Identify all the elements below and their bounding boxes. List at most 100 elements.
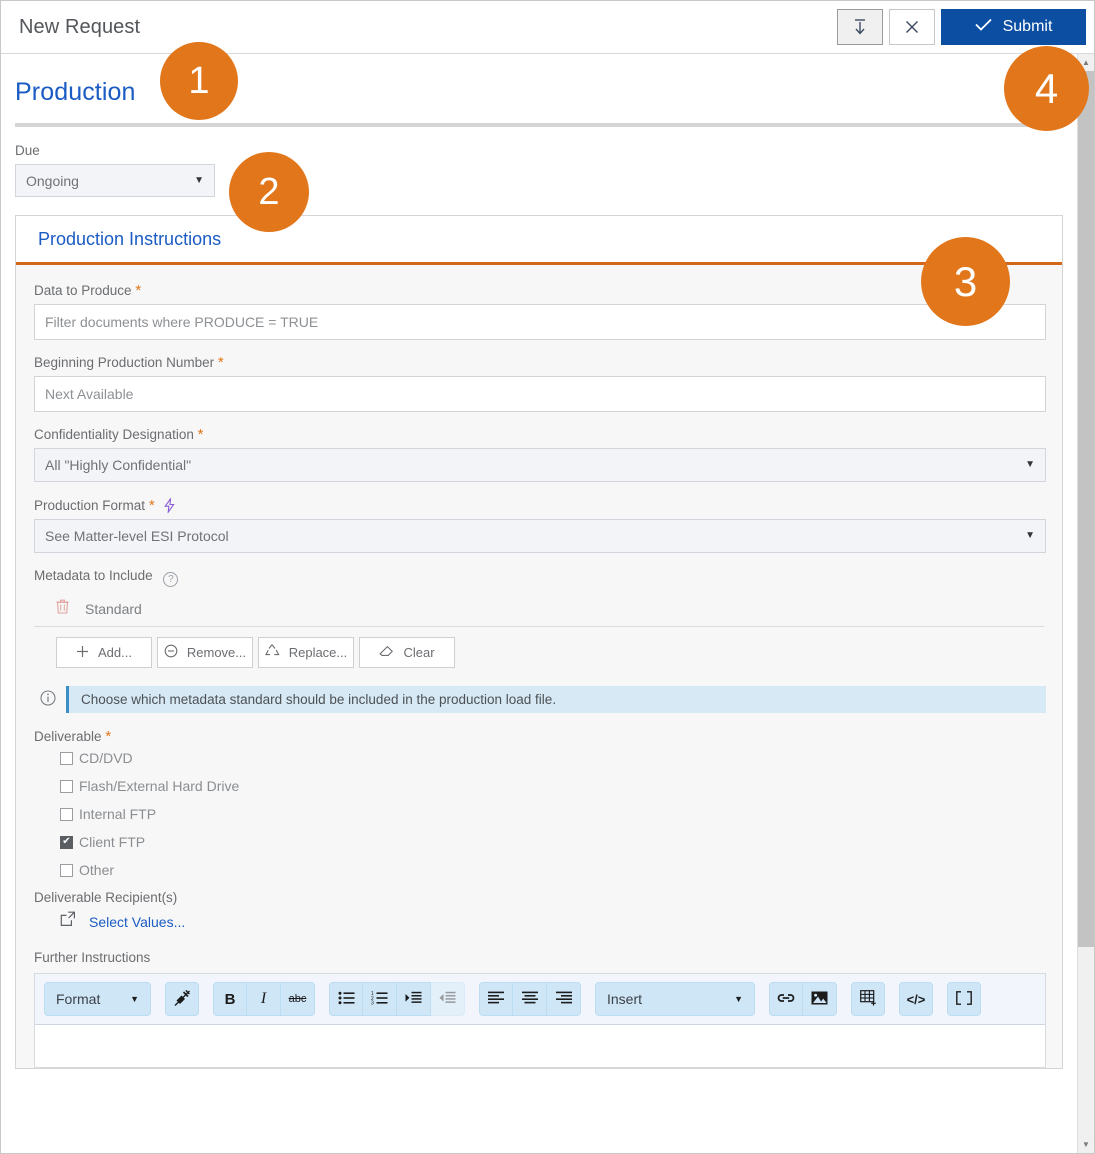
deliverable-option-client-ftp[interactable]: Client FTP	[60, 834, 1046, 850]
metadata-remove-button[interactable]: Remove...	[157, 637, 253, 668]
editor-content-area[interactable]	[35, 1025, 1045, 1067]
decrease-indent-icon	[439, 991, 456, 1008]
check-icon	[974, 18, 992, 36]
vertical-scrollbar[interactable]: ▲ ▼	[1077, 54, 1094, 1153]
window-title: New Request	[19, 15, 141, 38]
trash-icon[interactable]	[56, 599, 69, 619]
align-left-button[interactable]	[479, 982, 513, 1016]
beginning-production-number-field: Beginning Production Number * Next Avail…	[34, 355, 1046, 412]
source-group: </>	[899, 982, 933, 1016]
table-button[interactable]	[851, 982, 885, 1016]
numbered-list-button[interactable]: 1 2 3	[363, 982, 397, 1016]
metadata-add-label: Add...	[98, 645, 132, 660]
label-text: Data to Produce	[34, 283, 132, 298]
strikethrough-button[interactable]: abc	[281, 982, 315, 1016]
image-button[interactable]	[803, 982, 837, 1016]
align-center-button[interactable]	[513, 982, 547, 1016]
fullscreen-icon	[956, 990, 972, 1008]
data-to-produce-input[interactable]: Filter documents where PRODUCE = TRUE	[34, 304, 1046, 340]
deliverable-option-label: Client FTP	[79, 834, 146, 850]
production-format-value: See Matter-level ESI Protocol	[45, 528, 229, 544]
metadata-item-name: Standard	[85, 601, 142, 617]
deliverable-option-label: Internal FTP	[79, 806, 157, 822]
info-banner-text: Choose which metadata standard should be…	[66, 686, 1046, 713]
strikethrough-icon: abc	[288, 993, 307, 1005]
required-asterisk: *	[217, 354, 224, 371]
close-button[interactable]	[889, 9, 935, 45]
save-download-button[interactable]	[837, 9, 883, 45]
metadata-replace-label: Replace...	[288, 645, 348, 660]
fullscreen-group	[947, 982, 981, 1016]
scrollbar-track[interactable]	[1078, 71, 1094, 1136]
deliverable-option-other[interactable]: Other	[60, 862, 1046, 878]
italic-icon: I	[260, 990, 267, 1007]
fullscreen-button[interactable]	[947, 982, 981, 1016]
metadata-info-banner: Choose which metadata standard should be…	[40, 686, 1046, 713]
data-to-produce-field: Data to Produce * Filter documents where…	[34, 283, 1046, 340]
due-label: Due	[15, 143, 40, 158]
production-format-select[interactable]: See Matter-level ESI Protocol ▼	[34, 519, 1046, 553]
external-link-icon	[60, 911, 76, 932]
align-right-button[interactable]	[547, 982, 581, 1016]
submit-button[interactable]: Submit	[941, 9, 1086, 45]
bold-button[interactable]: B	[213, 982, 247, 1016]
data-to-produce-value: Filter documents where PRODUCE = TRUE	[45, 314, 319, 330]
source-code-button[interactable]: </>	[899, 982, 933, 1016]
plus-icon	[76, 645, 89, 661]
increase-indent-button[interactable]	[397, 982, 431, 1016]
checkbox-icon	[60, 751, 73, 765]
select-values-link[interactable]: Select Values...	[89, 914, 185, 930]
required-asterisk: *	[148, 497, 155, 514]
production-instructions-panel: Production Instructions Data to Produce …	[15, 215, 1063, 1069]
link-icon	[777, 991, 795, 1007]
checkbox-checked-icon	[60, 835, 73, 849]
deliverable-option-internal-ftp[interactable]: Internal FTP	[60, 806, 1046, 822]
deliverable-field: Deliverable * CD/DVD Flash/External Hard…	[34, 729, 1046, 878]
bulleted-list-button[interactable]	[329, 982, 363, 1016]
deliverable-option-cd-dvd[interactable]: CD/DVD	[60, 750, 1046, 766]
question-mark-icon[interactable]: ?	[163, 572, 179, 587]
eraser-icon	[379, 644, 394, 661]
metadata-add-button[interactable]: Add...	[56, 637, 152, 668]
select-values-row[interactable]: Select Values...	[60, 911, 1046, 932]
deliverable-option-label: Flash/External Hard Drive	[79, 778, 240, 794]
beginning-production-number-input[interactable]: Next Available	[34, 376, 1046, 412]
close-icon	[905, 20, 919, 34]
metadata-clear-button[interactable]: Clear	[359, 637, 455, 668]
insert-select[interactable]: Insert ▼	[595, 982, 755, 1016]
deliverable-option-label: Other	[79, 862, 115, 878]
panel-title: Production Instructions	[38, 229, 222, 249]
further-instructions-field: Further Instructions Format ▼ B I abc 1 …	[34, 950, 1046, 1068]
italic-button[interactable]: I	[247, 982, 281, 1016]
deliverable-option-flash-external-hard-drive[interactable]: Flash/External Hard Drive	[60, 778, 1046, 794]
format-select[interactable]: Format ▼	[44, 982, 151, 1016]
table-group	[851, 982, 885, 1016]
remove-format-button[interactable]	[165, 982, 199, 1016]
scroll-up-button[interactable]: ▲	[1078, 54, 1094, 71]
table-icon	[859, 989, 877, 1009]
scroll-up-icon: ▲	[1082, 57, 1090, 67]
link-button[interactable]	[769, 982, 803, 1016]
further-instructions-label: Further Instructions	[34, 950, 151, 965]
metadata-remove-label: Remove...	[186, 645, 247, 660]
label-text: Production Format	[34, 498, 146, 513]
lightning-bolt-icon[interactable]	[164, 496, 176, 515]
rich-text-editor: Format ▼ B I abc 1 2 3 Insert ▼ </>	[34, 973, 1046, 1068]
scroll-down-button[interactable]: ▼	[1078, 1136, 1094, 1153]
due-select[interactable]: Ongoing ▼	[15, 164, 215, 197]
align-center-icon	[521, 991, 538, 1007]
scrollbar-thumb[interactable]	[1078, 71, 1094, 947]
align-left-icon	[488, 991, 504, 1007]
required-asterisk: *	[105, 728, 112, 745]
decrease-indent-button[interactable]	[431, 982, 465, 1016]
metadata-replace-button[interactable]: Replace...	[258, 637, 354, 668]
window-body: Production Due Ongoing ▼ Production Inst…	[1, 54, 1094, 1153]
deliverable-options: CD/DVD Flash/External Hard Drive Interna…	[60, 750, 1046, 878]
format-select-value: Format	[56, 991, 101, 1007]
chevron-down-icon: ▼	[194, 174, 204, 186]
source-code-icon: </>	[906, 991, 926, 1007]
submit-button-label: Submit	[1002, 18, 1053, 35]
deliverable-recipients-field: Deliverable Recipient(s) Select Values..…	[34, 890, 1046, 932]
confidentiality-designation-value: All "Highly Confidential"	[45, 457, 192, 473]
confidentiality-designation-select[interactable]: All "Highly Confidential" ▼	[34, 448, 1046, 482]
